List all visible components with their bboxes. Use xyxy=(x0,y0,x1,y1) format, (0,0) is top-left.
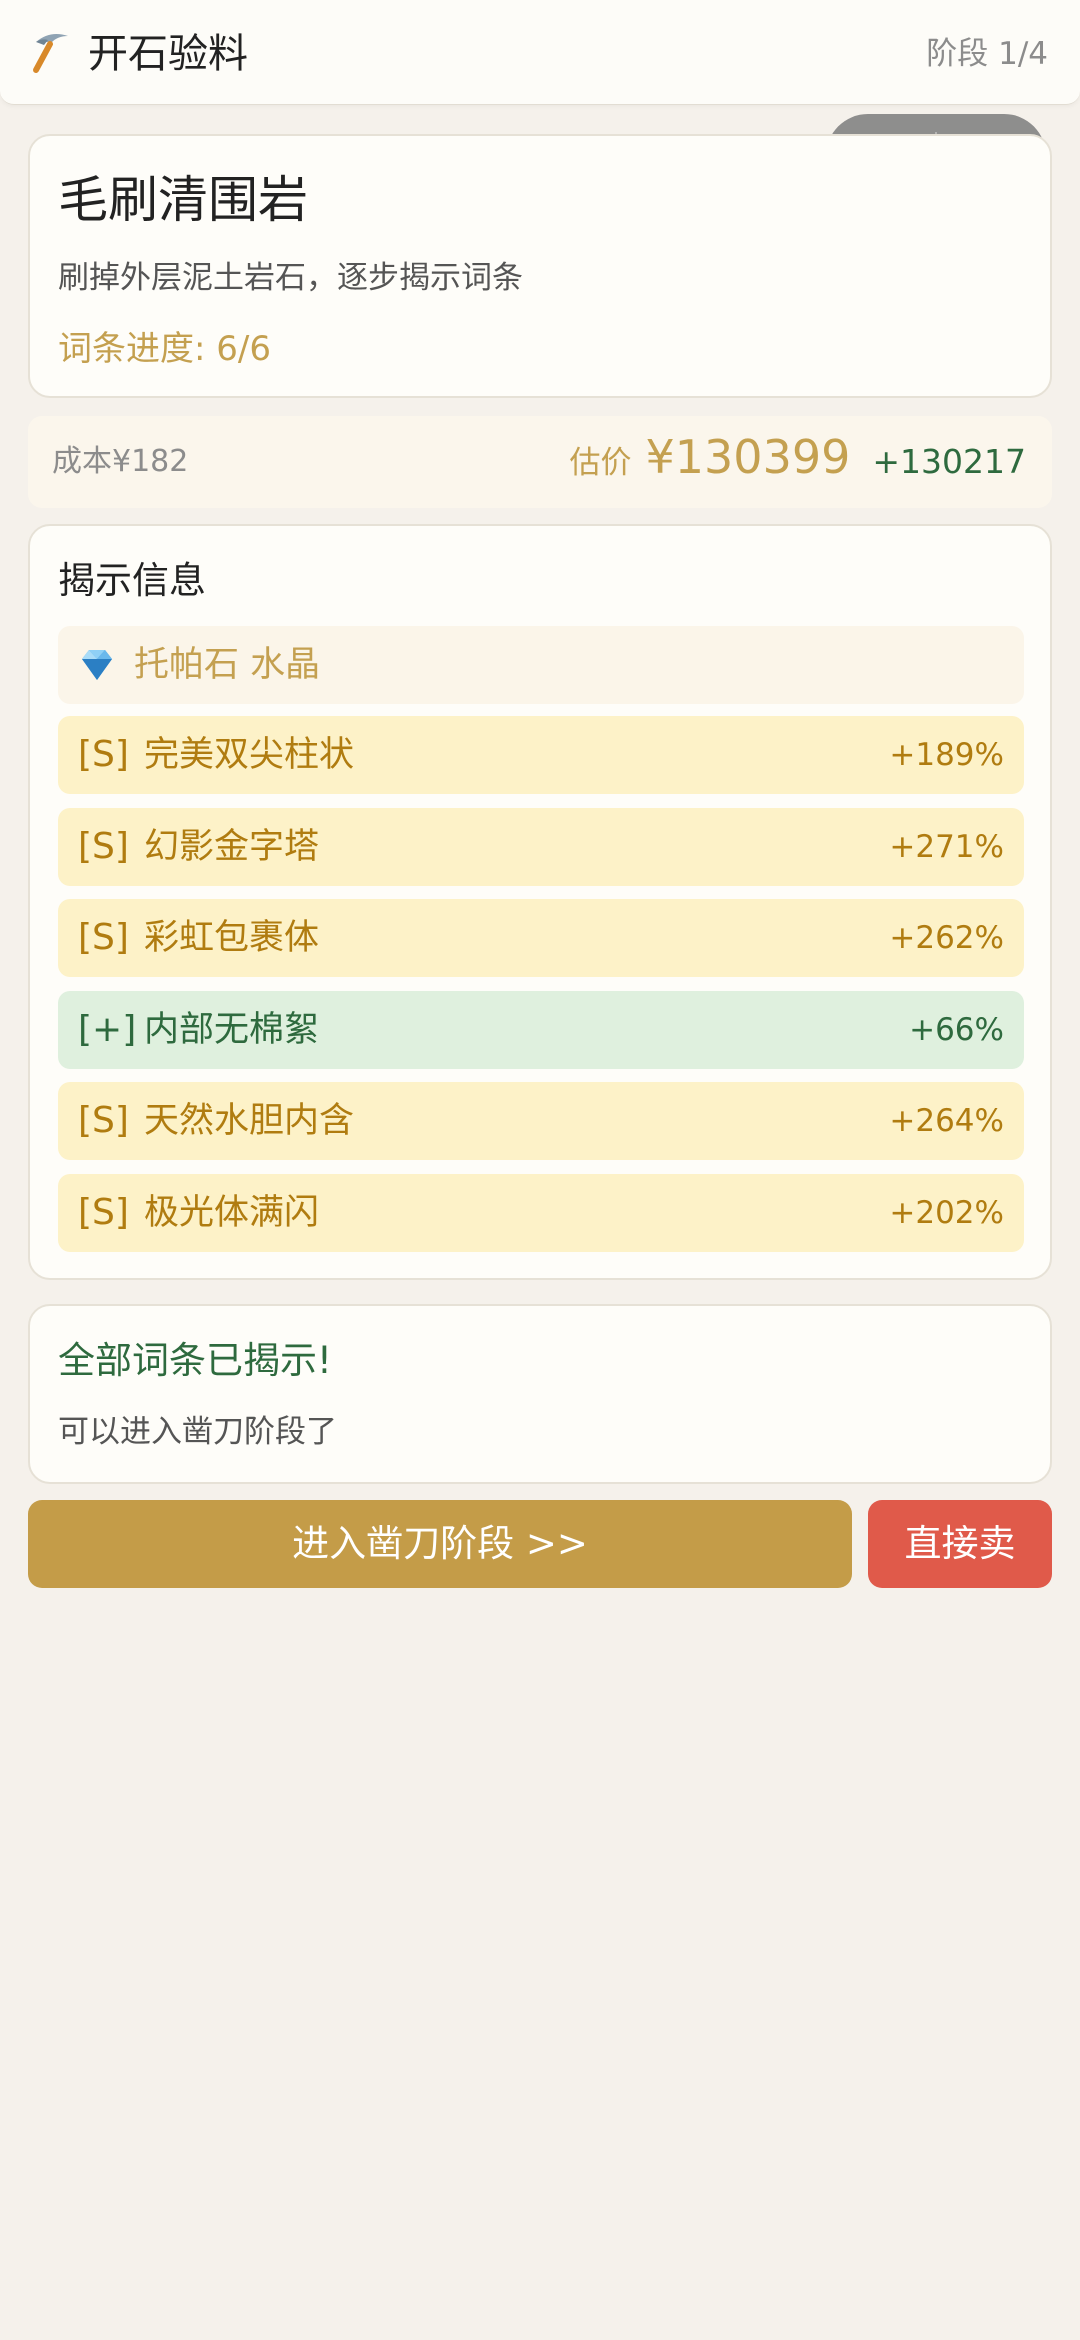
stone-name: 托帕石 水晶 xyxy=(134,645,321,685)
trait-tag: [S] xyxy=(78,734,129,775)
profit-value: +130217 xyxy=(872,442,1026,481)
status-subtitle: 可以进入凿刀阶段了 xyxy=(58,1414,337,1450)
step-description: 刷掉外层泥土岩石，逐步揭示词条 xyxy=(58,260,523,296)
trait-item: [S] 天然水胆内含 +264% xyxy=(58,1082,1024,1160)
step-card: 毛刷清围岩 刷掉外层泥土岩石，逐步揭示词条 词条进度: 6/6 xyxy=(28,134,1052,398)
stage-indicator: 阶段 1/4 xyxy=(926,36,1048,72)
trait-item: [S] 幻影金字塔 +271% xyxy=(58,807,1024,886)
reveal-heading: 揭示信息 xyxy=(58,559,206,602)
trait-tag: [S] xyxy=(78,917,129,958)
trait-progress: 词条进度: 6/6 xyxy=(58,329,271,369)
trait-item: [S] 彩虹包裹体 +262% xyxy=(58,899,1024,977)
app-title: 开石验料 xyxy=(88,31,248,77)
stone-type-row: 托帕石 水晶 xyxy=(58,626,1024,704)
price-bar: 成本¥182 估价 ¥130399 +130217 xyxy=(28,416,1052,508)
trait-tag: [S] xyxy=(78,1191,129,1233)
gem-icon xyxy=(82,650,112,680)
trait-item: [S] 完美双尖柱状 +189% xyxy=(58,716,1024,794)
status-title: 全部词条已揭示! xyxy=(58,1339,332,1382)
estimate-label: 估价 xyxy=(569,445,632,481)
estimate-value: ¥130399 xyxy=(645,430,851,484)
trait-bonus: +264% xyxy=(889,1103,1004,1139)
reveal-card: 揭示信息 托帕石 水晶 [S] 完美双尖柱状 +189% [S] 幻影金字塔 +… xyxy=(28,524,1052,1280)
sell-now-button[interactable]: 直接卖 xyxy=(868,1500,1052,1588)
next-stage-button[interactable]: 进入凿刀阶段 >> xyxy=(28,1500,852,1588)
step-title: 毛刷清围岩 xyxy=(58,171,308,229)
pickaxe-icon xyxy=(33,34,68,73)
cost-text: 成本¥182 xyxy=(52,444,189,479)
status-card: 全部词条已揭示! 可以进入凿刀阶段了 xyxy=(28,1304,1052,1484)
trait-name: 彩虹包裹体 xyxy=(144,918,320,958)
trait-bonus: +189% xyxy=(889,737,1004,773)
trait-item: [+] 内部无棉絮 +66% xyxy=(58,990,1024,1069)
trait-tag: [+] xyxy=(78,1008,137,1050)
trait-list: [S] 完美双尖柱状 +189% [S] 幻影金字塔 +271% [S] 彩虹包… xyxy=(58,716,1024,1265)
trait-bonus: +66% xyxy=(909,1011,1004,1048)
trait-name: 幻影金字塔 xyxy=(144,826,320,867)
trait-name: 完美双尖柱状 xyxy=(144,735,355,775)
trait-tag: [S] xyxy=(78,825,129,867)
trait-name: 天然水胆内含 xyxy=(144,1101,355,1141)
app-header: 开石验料 阶段 1/4 xyxy=(0,0,1080,105)
estimate-group: 估价 ¥130399 +130217 xyxy=(570,430,1027,494)
trait-bonus: +271% xyxy=(889,828,1004,865)
trait-bonus: +262% xyxy=(889,920,1004,956)
trait-name: 极光体满闪 xyxy=(144,1192,320,1233)
trait-bonus: +202% xyxy=(889,1194,1004,1231)
trait-name: 内部无棉絮 xyxy=(144,1009,320,1050)
trait-item: [S] 极光体满闪 +202% xyxy=(58,1173,1024,1252)
trait-tag: [S] xyxy=(78,1100,129,1141)
